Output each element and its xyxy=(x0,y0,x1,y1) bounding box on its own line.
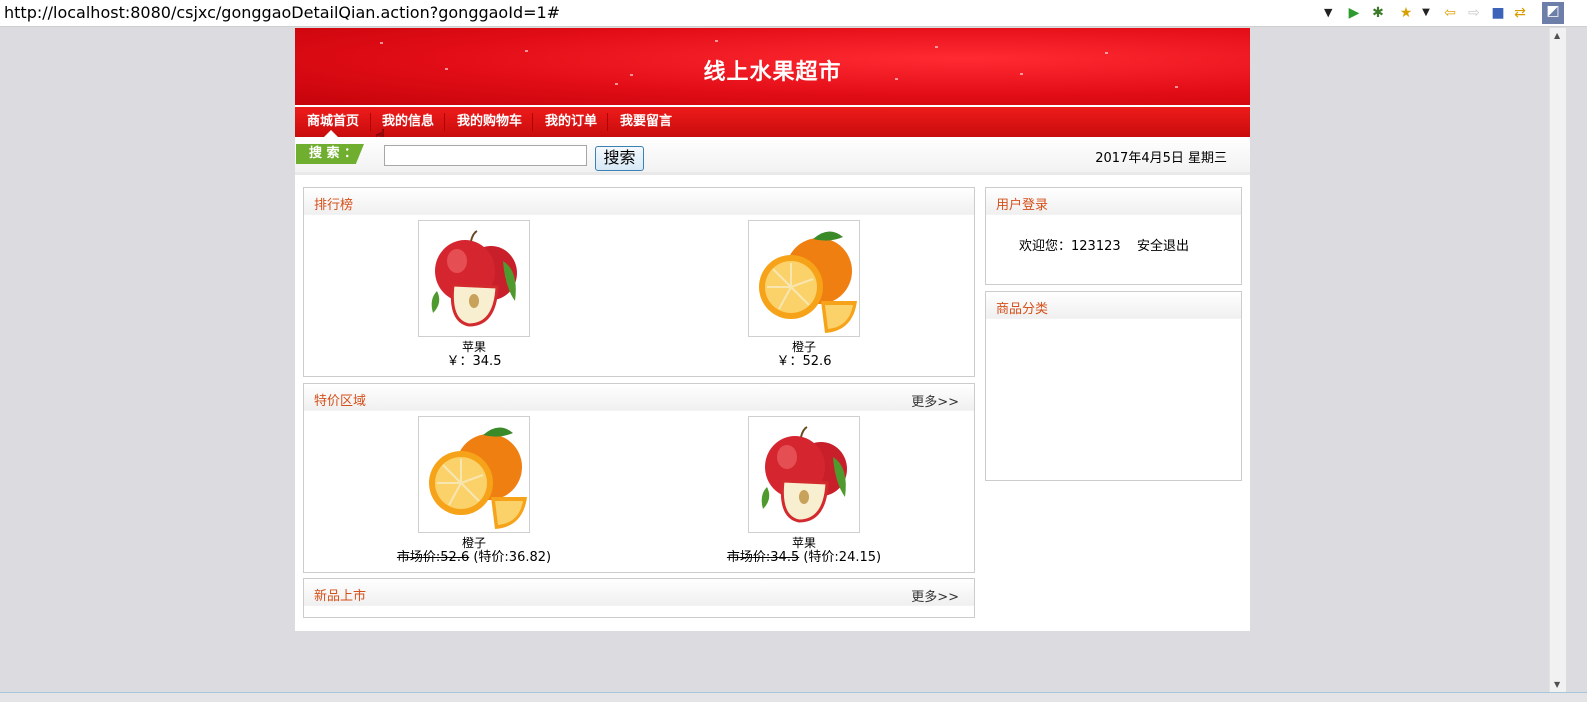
browser-address-bar: http://localhost:8080/csjxc/gonggaoDetai… xyxy=(0,0,1587,27)
special-offers-panel: 特价区域 更多>> 橙子 市场价:52.6 (特价:36.82) 苹果 市场价:… xyxy=(303,383,975,573)
apple-product-image[interactable] xyxy=(418,220,530,337)
nav-item-orders[interactable]: 我的订单 xyxy=(545,107,597,137)
page-container: 线上水果超市 商城首页 我的信息 我的购物车 我的订单 我要留言 ☝ 搜 索 ：… xyxy=(295,28,1250,631)
login-title: 用户登录 xyxy=(996,198,1049,213)
url-dropdown-icon[interactable]: ▼ xyxy=(1324,6,1332,19)
nav-item-my-info[interactable]: 我的信息 xyxy=(382,107,434,137)
product-price: ￥：52.6 xyxy=(776,354,832,369)
search-button[interactable]: 搜索 xyxy=(595,146,644,171)
product-name[interactable]: 橙子 xyxy=(364,536,584,550)
stop-icon[interactable]: ■ xyxy=(1489,4,1507,22)
nav-item-message[interactable]: 我要留言 xyxy=(620,107,672,137)
main-nav: 商城首页 我的信息 我的购物车 我的订单 我要留言 xyxy=(295,107,1250,137)
url-field[interactable]: http://localhost:8080/csjxc/gonggaoDetai… xyxy=(4,3,560,22)
ranking-title: 排行榜 xyxy=(314,198,354,213)
bookmark-star-icon[interactable]: ★ xyxy=(1397,4,1415,22)
product-name[interactable]: 苹果 xyxy=(364,340,584,354)
product-price: ￥：34.5 xyxy=(446,354,502,369)
scroll-up-arrow-icon[interactable]: ▲ xyxy=(1554,31,1560,40)
apple-product-image[interactable] xyxy=(748,416,860,533)
new-arrivals-panel: 新品上市 更多>> xyxy=(303,578,975,618)
category-panel: 商品分类 xyxy=(985,291,1242,481)
product-card: 橙子 市场价:52.6 (特价:36.82) xyxy=(364,416,584,566)
scroll-down-arrow-icon[interactable]: ▼ xyxy=(1554,680,1560,689)
special-price: (特价:24.15) xyxy=(803,550,882,565)
page-scrollbar[interactable]: ▲ ▼ xyxy=(1549,28,1566,692)
orange-product-image[interactable] xyxy=(418,416,530,533)
user-login-panel: 用户登录 欢迎您：123123 安全退出 xyxy=(985,187,1242,285)
perspective-icon[interactable]: ◩ xyxy=(1542,2,1564,24)
product-price: 市场价:34.5 (特价:24.15) xyxy=(694,550,914,566)
debug-icon[interactable]: ✱ xyxy=(1369,4,1387,22)
bookmark-dropdown-icon[interactable]: ▼ xyxy=(1417,4,1435,22)
special-price: (特价:36.82) xyxy=(473,550,552,565)
active-tab-indicator xyxy=(324,130,338,137)
new-arrivals-more-link[interactable]: 更多>> xyxy=(911,586,959,605)
run-icon[interactable]: ▶ xyxy=(1345,4,1363,22)
logout-link[interactable]: 安全退出 xyxy=(1137,235,1189,254)
product-name[interactable]: 橙子 xyxy=(694,340,914,354)
market-price: 市场价:34.5 xyxy=(726,550,800,565)
special-more-link[interactable]: 更多>> xyxy=(911,391,959,410)
nav-item-cart[interactable]: 我的购物车 xyxy=(457,107,522,137)
search-bar: 搜 索 ： 搜索 2017年4月5日 星期三 xyxy=(295,137,1250,175)
sync-icon[interactable]: ⇄ xyxy=(1511,4,1529,22)
category-panel-header: 商品分类 xyxy=(986,292,1241,319)
search-input[interactable] xyxy=(384,145,587,166)
login-panel-header: 用户登录 xyxy=(986,188,1241,215)
special-title: 特价区域 xyxy=(314,394,367,409)
ranking-panel: 排行榜 苹果 ￥：34.5 橙子 ￥：52.6 xyxy=(303,187,975,377)
product-card: 橙子 ￥：52.6 xyxy=(694,220,914,370)
ranking-panel-header: 排行榜 xyxy=(304,188,974,215)
orange-product-image[interactable] xyxy=(748,220,860,337)
site-banner: 线上水果超市 xyxy=(295,28,1250,105)
product-name[interactable]: 苹果 xyxy=(694,536,914,550)
site-title: 线上水果超市 xyxy=(703,60,842,85)
product-card: 苹果 市场价:34.5 (特价:24.15) xyxy=(694,416,914,566)
new-arrivals-title: 新品上市 xyxy=(314,589,367,604)
search-label: 搜 索 ： xyxy=(296,144,364,164)
category-title: 商品分类 xyxy=(996,302,1049,317)
forward-arrow-icon[interactable]: ⇨ xyxy=(1465,4,1483,22)
product-price: 市场价:52.6 (特价:36.82) xyxy=(364,550,584,566)
back-arrow-icon[interactable]: ⇦ xyxy=(1441,4,1459,22)
window-bottom-edge xyxy=(0,692,1587,702)
welcome-text: 欢迎您：123123 xyxy=(1019,239,1121,254)
current-date: 2017年4月5日 星期三 xyxy=(1095,151,1227,166)
market-price: 市场价:52.6 xyxy=(396,550,470,565)
product-card: 苹果 ￥：34.5 xyxy=(364,220,584,370)
new-arrivals-header: 新品上市 更多>> xyxy=(304,579,974,606)
special-panel-header: 特价区域 更多>> xyxy=(304,384,974,411)
